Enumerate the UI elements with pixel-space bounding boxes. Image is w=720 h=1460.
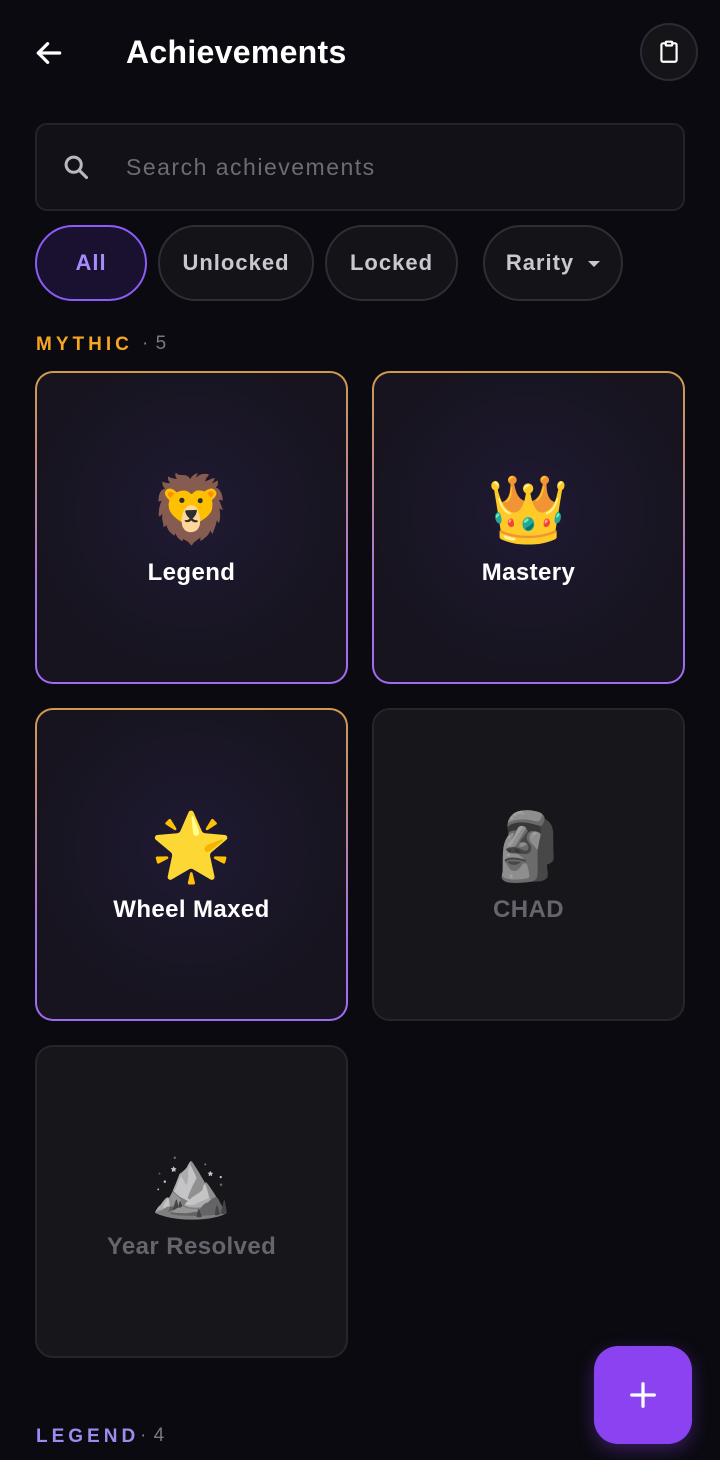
filter-chip-label: Locked [349, 250, 434, 275]
achievement-card-legend[interactable]: 🦁 Legend [35, 371, 348, 684]
clipboard-button[interactable] [640, 23, 698, 81]
achievement-name: Wheel Maxed [113, 896, 270, 923]
achievement-card-chad[interactable]: 🗿 CHAD [372, 708, 685, 1021]
filter-chip-unlocked[interactable]: Unlocked [158, 225, 314, 301]
plus-icon [630, 1382, 656, 1408]
section-count-mythic: · 5 [142, 333, 168, 354]
search-input[interactable] [126, 145, 646, 189]
crown-icon: 👑 [487, 472, 570, 546]
arrow-left-icon [36, 42, 62, 64]
filter-chip-rarity[interactable]: Rarity [483, 225, 623, 301]
add-button[interactable] [594, 1346, 692, 1444]
top-bar: Achievements [0, 0, 720, 108]
section-title-mythic: MYTHIC [36, 334, 133, 355]
moai-icon: 🗿 [487, 809, 570, 883]
back-button[interactable] [24, 28, 74, 78]
filter-chip-label: Rarity [505, 250, 575, 275]
search-icon [64, 155, 89, 180]
caret-down-icon [588, 261, 601, 267]
filter-chip-label: Unlocked [182, 250, 290, 275]
achievement-name: CHAD [493, 896, 564, 923]
achievement-name: Legend [147, 559, 236, 586]
section-count-legend: · 4 [140, 1425, 166, 1446]
achievement-card-mastery[interactable]: 👑 Mastery [372, 371, 685, 684]
page-title: Achievements [126, 34, 347, 70]
achievement-card-year-resolved[interactable]: 🏔️ Year Resolved [35, 1045, 348, 1358]
filter-chip-locked[interactable]: Locked [325, 225, 458, 301]
achievements-screen: Achievements All Unlocked Locked Rarity … [0, 0, 720, 1460]
filter-chip-all[interactable]: All [35, 225, 147, 301]
filter-chip-label: All [75, 250, 107, 275]
achievement-name: Year Resolved [106, 1233, 277, 1260]
section-title-legend: LEGEND [36, 1426, 140, 1447]
achievement-name: Mastery [481, 559, 576, 586]
glowing-star-icon: 🌟 [150, 809, 233, 883]
clipboard-icon [660, 40, 678, 63]
achievement-card-wheel-maxed[interactable]: 🌟 Wheel Maxed [35, 708, 348, 1021]
mountain-icon: 🏔️ [150, 1146, 233, 1220]
lion-icon: 🦁 [150, 472, 233, 546]
